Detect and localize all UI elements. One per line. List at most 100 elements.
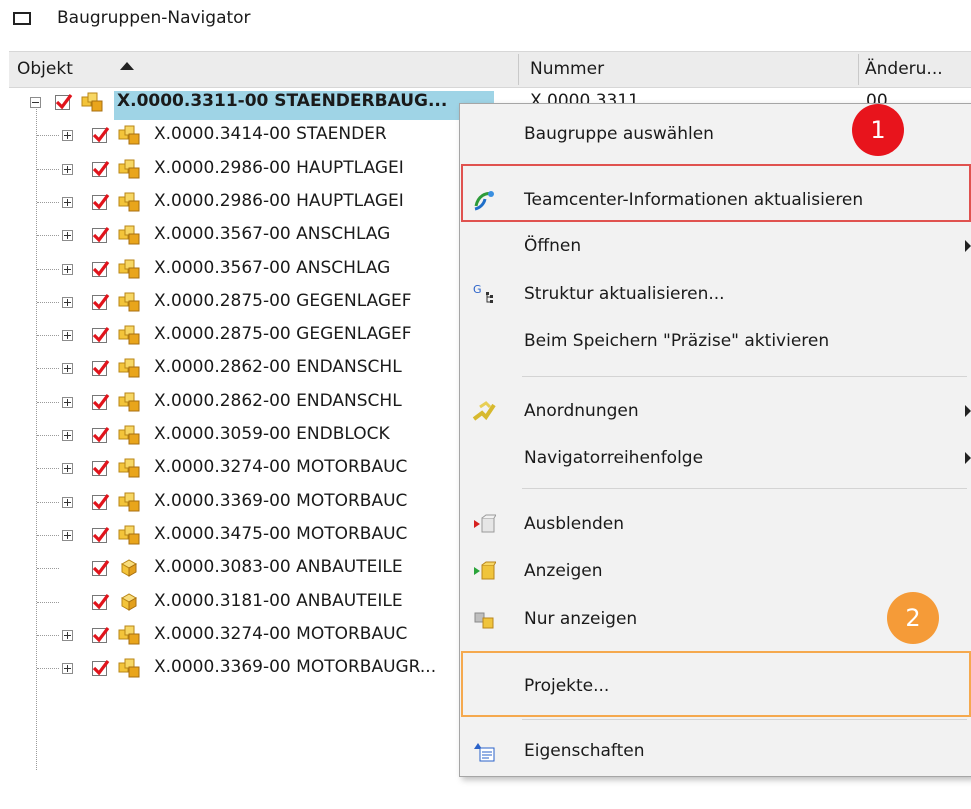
tree-line — [37, 601, 59, 603]
assembly-icon — [118, 392, 140, 412]
expand-icon[interactable] — [62, 230, 73, 242]
visibility-checkbox[interactable] — [92, 660, 110, 677]
tree-line — [37, 634, 59, 636]
menu-item-anzeigen[interactable]: Anzeigen — [460, 551, 971, 591]
visibility-checkbox[interactable] — [92, 626, 110, 643]
menu-item-beim-speichern-praezise[interactable]: Beim Speichern "Präzise" aktivieren — [460, 321, 971, 361]
visibility-checkbox[interactable] — [92, 460, 110, 477]
column-header-objekt[interactable]: Objekt — [17, 52, 73, 87]
assembly-icon — [118, 425, 140, 445]
visibility-checkbox[interactable] — [92, 393, 110, 410]
submenu-arrow-icon — [965, 240, 971, 252]
highlight-box-orange — [461, 651, 971, 717]
object-name: X.0000.3059-00 ENDBLOCK — [154, 424, 390, 444]
object-name: X.0000.3181-00 ANBAUTEILE — [154, 590, 403, 611]
object-name: X.0000.2875-00 GEGENLAGEF — [154, 290, 412, 311]
visibility-checkbox[interactable] — [92, 227, 110, 244]
tree-line — [37, 401, 59, 403]
tree-line — [37, 335, 59, 337]
column-header-aenderung[interactable]: Änderu... — [865, 52, 943, 87]
arrangements-icon — [472, 399, 496, 423]
visibility-checkbox[interactable] — [92, 127, 110, 144]
visibility-checkbox[interactable] — [92, 327, 110, 344]
visibility-checkbox[interactable] — [92, 360, 110, 377]
expand-icon[interactable] — [62, 529, 73, 541]
visibility-checkbox[interactable] — [92, 560, 110, 577]
expand-icon[interactable] — [62, 363, 73, 375]
expand-icon[interactable] — [62, 196, 73, 208]
window-title: Baugruppen-Navigator — [57, 8, 251, 28]
assembly-icon — [81, 92, 103, 112]
visibility-checkbox[interactable] — [92, 293, 110, 310]
expand-icon[interactable] — [62, 663, 73, 675]
visibility-checkbox[interactable] — [92, 493, 110, 510]
assembly-icon — [118, 458, 140, 478]
visibility-checkbox[interactable] — [92, 427, 110, 443]
menu-separator — [522, 488, 967, 489]
object-name: X.0000.3274-00 MOTORBAUC — [154, 623, 408, 644]
assembly-icon — [118, 358, 140, 378]
assembly-icon — [118, 159, 140, 179]
expand-icon[interactable] — [62, 396, 73, 408]
assembly-icon — [118, 292, 140, 312]
tree-line — [37, 235, 59, 237]
show-only-icon — [472, 607, 496, 631]
properties-icon — [472, 739, 496, 763]
object-name: X.0000.3083-00 ANBAUTEILE — [154, 557, 403, 578]
tree-line — [37, 435, 59, 436]
svg-text:G: G — [473, 283, 482, 296]
visibility-checkbox[interactable] — [92, 260, 110, 277]
tree-line — [37, 268, 59, 270]
assembly-icon — [118, 225, 140, 245]
expand-icon[interactable] — [62, 463, 73, 475]
component-icon — [118, 592, 140, 612]
visibility-checkbox[interactable] — [92, 526, 110, 543]
tree-line — [37, 201, 59, 203]
menu-item-struktur-aktualisieren[interactable]: G Struktur aktualisieren... — [460, 274, 971, 314]
menu-item-ausblenden[interactable]: Ausblenden — [460, 504, 971, 544]
object-name: X.0000.3414-00 STAENDER — [154, 124, 387, 145]
assembly-icon — [118, 625, 140, 645]
title-bar: Baugruppen-Navigator — [0, 0, 971, 40]
expand-icon[interactable] — [62, 263, 73, 275]
visibility-checkbox[interactable] — [92, 160, 110, 177]
hide-icon — [472, 512, 497, 536]
assembly-icon — [118, 192, 140, 212]
expand-icon[interactable] — [62, 130, 73, 142]
assembly-icon — [118, 492, 140, 512]
column-header-nummer[interactable]: Nummer — [530, 52, 604, 87]
menu-item-eigenschaften[interactable]: Eigenschaften — [460, 731, 971, 771]
object-name: X.0000.3567-00 ANSCHLAG — [154, 257, 391, 278]
menu-item-oeffnen[interactable]: Öffnen — [460, 226, 971, 266]
visibility-checkbox[interactable] — [55, 94, 73, 110]
show-icon — [472, 559, 497, 583]
menu-item-navigatorreihenfolge[interactable]: Navigatorreihenfolge — [460, 438, 971, 478]
visibility-checkbox[interactable] — [92, 193, 110, 210]
menu-separator — [522, 719, 967, 720]
object-name: X.0000.3274-00 MOTORBAUC — [154, 457, 408, 478]
tree-line — [37, 568, 59, 570]
expand-icon[interactable] — [62, 629, 73, 641]
assembly-icon — [118, 325, 140, 345]
expand-icon[interactable] — [62, 330, 73, 342]
submenu-arrow-icon — [965, 405, 971, 417]
expand-icon[interactable] — [62, 296, 73, 308]
collapse-icon[interactable] — [30, 97, 41, 108]
badge-2: 2 — [887, 592, 939, 644]
expand-icon[interactable] — [62, 163, 73, 175]
table-header: Objekt Nummer Änderu... — [9, 51, 971, 88]
menu-item-anordnungen[interactable]: Anordnungen — [460, 391, 971, 431]
assembly-icon — [118, 125, 140, 145]
assembly-icon — [118, 525, 140, 545]
window-icon — [13, 12, 31, 25]
assembly-icon — [118, 259, 140, 279]
component-icon — [118, 558, 140, 578]
sort-ascending-icon — [120, 62, 134, 70]
tree-line — [37, 468, 59, 470]
expand-icon[interactable] — [62, 496, 73, 508]
menu-separator — [522, 376, 967, 377]
object-name: X.0000.2862-00 ENDANSCHL — [154, 390, 402, 411]
visibility-checkbox[interactable] — [92, 593, 110, 610]
expand-icon[interactable] — [62, 430, 73, 441]
tree-line — [37, 301, 59, 303]
